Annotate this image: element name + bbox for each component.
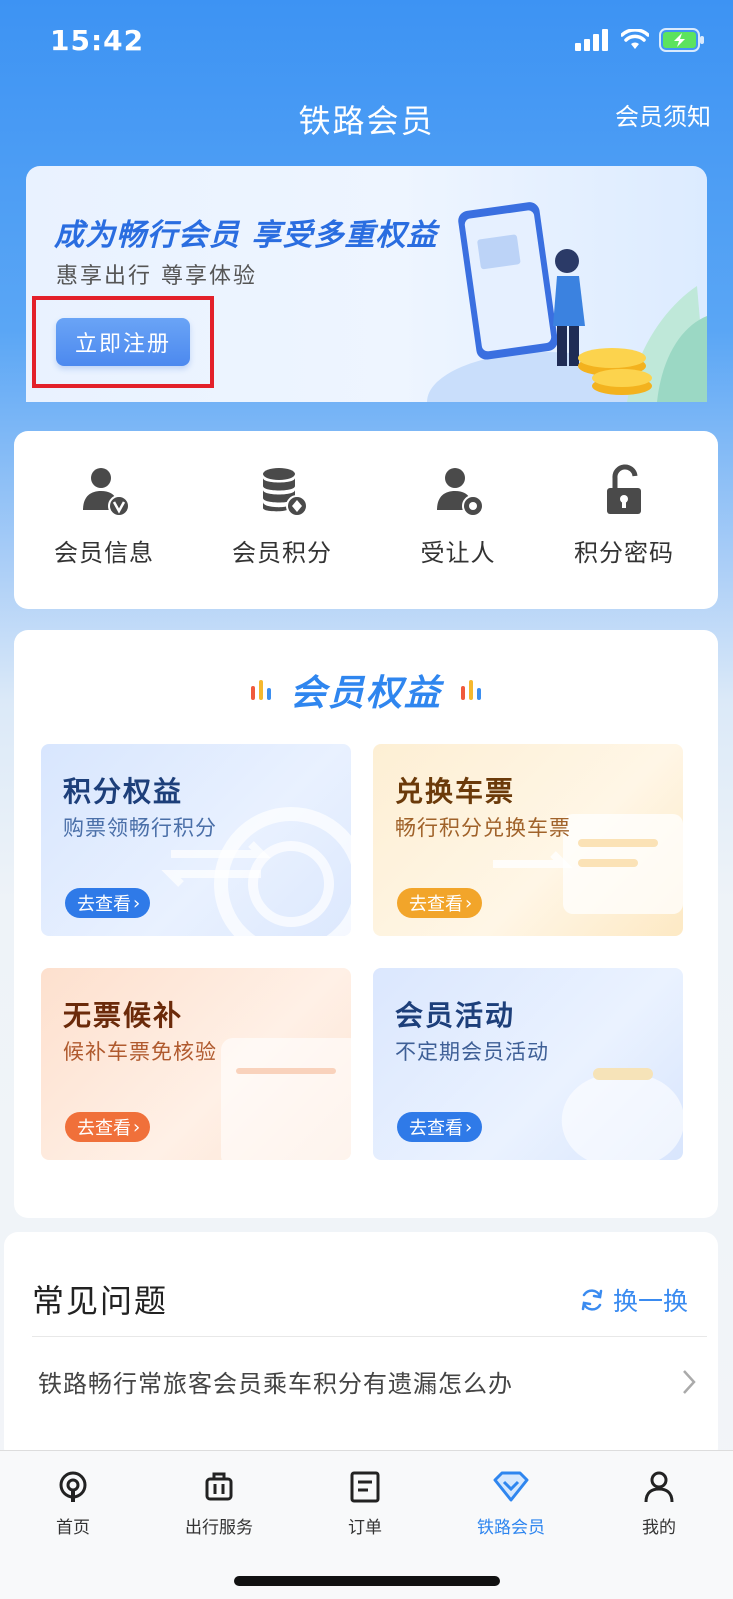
tile-subtitle: 候补车票免核验 xyxy=(63,1040,217,1064)
status-time: 15:42 xyxy=(50,24,145,57)
benefit-tile-waitlist[interactable]: 无票候补 候补车票免核验 去查看 › xyxy=(41,968,351,1160)
banner-illustration xyxy=(427,202,707,402)
banner-title: 成为畅行会员 享受多重权益 xyxy=(54,218,438,253)
tile-view-button[interactable]: 去查看 › xyxy=(65,888,151,918)
decor-bars-icon xyxy=(250,680,271,700)
quick-item-label: 积分密码 xyxy=(574,539,674,567)
person-icon xyxy=(586,1467,732,1507)
quick-item-label: 会员信息 xyxy=(54,539,154,567)
tile-view-button[interactable]: 去查看 › xyxy=(65,1112,151,1142)
battery-charging-icon xyxy=(659,28,704,52)
tile-title: 兑换车票 xyxy=(395,775,516,808)
luggage-icon xyxy=(146,1467,292,1507)
tile-title: 积分权益 xyxy=(63,775,184,808)
tile-view-label: 去查看 xyxy=(77,1118,131,1139)
faq-title: 常见问题 xyxy=(32,1282,169,1320)
status-bar: 15:42 xyxy=(0,0,733,88)
transferee-icon xyxy=(428,461,488,521)
member-info-icon xyxy=(74,461,134,521)
chevron-right-icon: › xyxy=(465,1116,473,1138)
benefit-tile-activities[interactable]: 会员活动 不定期会员活动 去查看 › xyxy=(373,968,683,1160)
chevron-right-icon: › xyxy=(133,1116,141,1138)
tab-orders[interactable]: 订单 xyxy=(292,1467,438,1538)
decor-bars-icon xyxy=(461,680,481,700)
faq-card: 常见问题 换一换 xyxy=(4,1232,718,1462)
register-highlight-box xyxy=(32,296,214,388)
quick-item-member-info[interactable]: 会员信息 xyxy=(16,461,192,568)
points-password-lock-icon xyxy=(594,461,654,521)
signal-icon xyxy=(575,29,608,51)
member-benefits-card: 会员权益 积分权益 购票领畅行积分 去查看 › 兑换车票 畅行积分兑换车票 去查… xyxy=(14,630,718,1218)
refresh-icon xyxy=(581,1289,603,1311)
benefits-header: 会员权益 xyxy=(14,664,718,716)
tile-view-label: 去查看 xyxy=(77,894,131,915)
tile-view-label: 去查看 xyxy=(409,1118,463,1139)
benefits-title: 会员权益 xyxy=(289,673,442,714)
tab-travel-services[interactable]: 出行服务 xyxy=(146,1467,292,1538)
quick-menu-card: 会员信息 会员积分 受让人 积分密码 xyxy=(14,431,718,609)
tile-subtitle: 畅行积分兑换车票 xyxy=(395,816,571,840)
tab-label: 我的 xyxy=(642,1518,676,1538)
tile-title: 会员活动 xyxy=(395,999,516,1032)
home-indicator xyxy=(234,1576,500,1586)
benefit-tile-points[interactable]: 积分权益 购票领畅行积分 去查看 › xyxy=(41,744,351,936)
benefit-tile-exchange-ticket[interactable]: 兑换车票 畅行积分兑换车票 去查看 › xyxy=(373,744,683,936)
status-icons xyxy=(575,28,705,52)
order-list-icon xyxy=(292,1467,438,1507)
banner-subtitle: 惠享出行 尊享体验 xyxy=(56,264,257,289)
tab-mine[interactable]: 我的 xyxy=(586,1467,732,1538)
tab-label: 订单 xyxy=(348,1518,382,1538)
quick-item-label: 会员积分 xyxy=(232,539,332,567)
faq-refresh-label: 换一换 xyxy=(612,1287,688,1316)
faq-divider xyxy=(32,1336,707,1337)
member-points-icon xyxy=(252,461,312,521)
tile-subtitle: 购票领畅行积分 xyxy=(63,816,217,840)
home-train-icon xyxy=(0,1467,146,1507)
quick-item-points-password[interactable]: 积分密码 xyxy=(536,461,712,568)
tile-title: 无票候补 xyxy=(63,999,184,1032)
chevron-right-icon xyxy=(683,1370,696,1394)
wifi-icon xyxy=(621,29,649,49)
tile-view-button[interactable]: 去查看 › xyxy=(397,888,483,918)
tab-label: 出行服务 xyxy=(185,1518,253,1538)
tab-label: 首页 xyxy=(56,1518,90,1538)
quick-item-member-points[interactable]: 会员积分 xyxy=(194,461,370,568)
quick-item-label: 受让人 xyxy=(420,539,496,567)
chevron-right-icon: › xyxy=(133,892,141,914)
tab-home[interactable]: 首页 xyxy=(0,1467,146,1538)
tile-view-button[interactable]: 去查看 › xyxy=(397,1112,483,1142)
tab-label: 铁路会员 xyxy=(477,1518,545,1538)
tile-view-label: 去查看 xyxy=(409,894,463,915)
diamond-icon xyxy=(438,1467,584,1507)
tile-subtitle: 不定期会员活动 xyxy=(395,1040,549,1064)
faq-question-item[interactable]: 铁路畅行常旅客会员乘车积分有遗漏怎么办 xyxy=(38,1364,698,1404)
chevron-right-icon: › xyxy=(465,892,473,914)
faq-refresh-button[interactable]: 换一换 xyxy=(579,1282,688,1318)
member-notice-link[interactable]: 会员须知 xyxy=(615,97,711,132)
tab-railway-member[interactable]: 铁路会员 xyxy=(438,1467,584,1538)
quick-item-transferee[interactable]: 受让人 xyxy=(370,461,546,568)
